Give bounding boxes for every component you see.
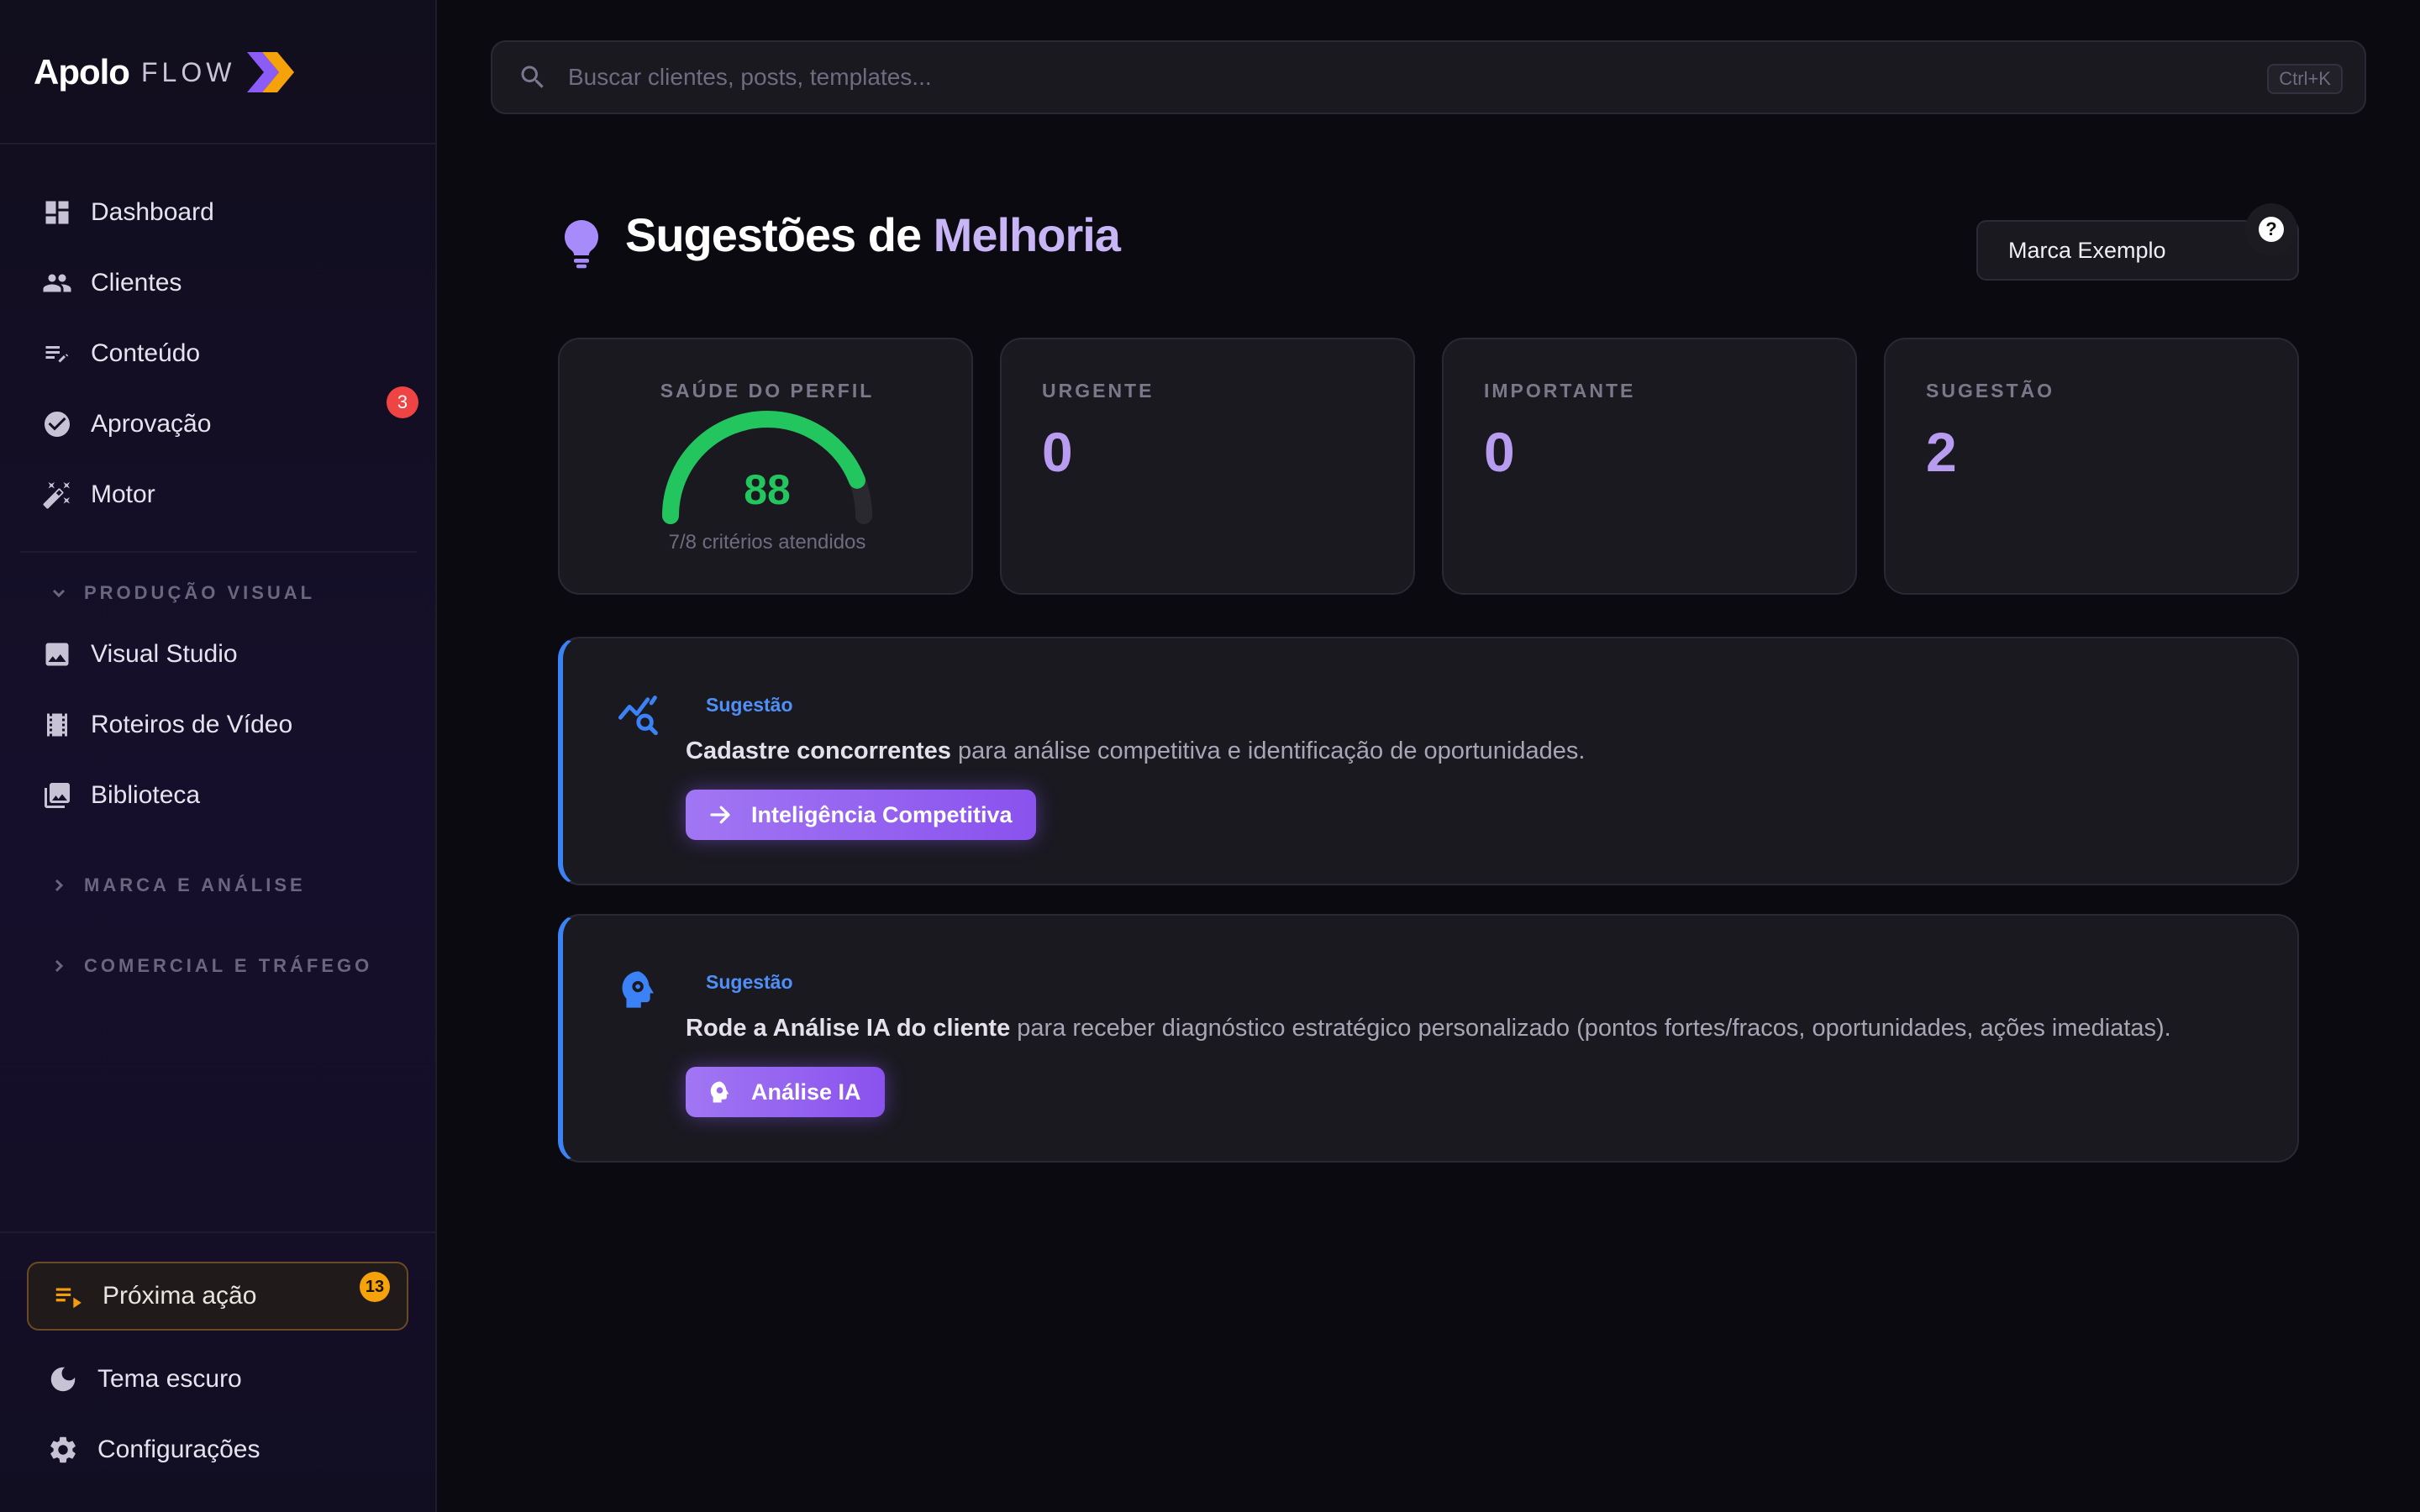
help-icon: ? <box>2259 217 2284 242</box>
head-gear-icon <box>622 971 654 1008</box>
stat-card-important: IMPORTANTE 0 <box>1442 338 1857 595</box>
health-subtitle: 7/8 critérios atendidos <box>668 531 866 554</box>
sidebar-item-label: Dashboard <box>91 198 214 226</box>
sidebar-divider <box>0 143 437 144</box>
sidebar-item-biblioteca[interactable]: Biblioteca <box>20 766 417 825</box>
gear-icon <box>50 1436 76 1463</box>
stat-value: 0 <box>1484 421 1515 483</box>
stat-label: URGENTE <box>1042 380 1155 402</box>
page-title-part1: Sugestões de <box>625 207 922 261</box>
sidebar-item-motor[interactable]: Motor <box>20 465 417 524</box>
sidebar-item-label: Biblioteca <box>91 781 201 809</box>
section-label: MARCA E ANÁLISE <box>84 874 306 895</box>
sidebar-item-label: Visual Studio <box>91 640 238 668</box>
suggestion-text-rest: para receber diagnóstico estratégico per… <box>1010 1015 2171 1042</box>
arrow-right-icon <box>710 806 730 824</box>
stat-label: IMPORTANTE <box>1484 380 1636 402</box>
sidebar-item-label: Clientes <box>91 269 182 297</box>
sidebar-item-aprovacao[interactable]: Aprovação <box>20 395 417 454</box>
people-icon <box>42 268 72 298</box>
suggestion-text-bold: Rode a Análise IA do cliente <box>686 1015 1011 1042</box>
page-title: Sugestões de Melhoria <box>625 207 1121 262</box>
chevron-down-icon <box>52 589 66 598</box>
sidebar-item-label: Motor <box>91 480 155 508</box>
section-producao-visual[interactable]: PRODUÇÃO VISUAL <box>49 576 315 610</box>
head-gear-icon <box>710 1081 729 1103</box>
film-icon <box>42 710 72 740</box>
app-logo[interactable]: Apolo FLOW <box>34 47 297 97</box>
suggestion-text: Rode a Análise IA do cliente para recebe… <box>686 1015 2171 1042</box>
photo-library-icon <box>42 780 72 811</box>
settings-link[interactable]: Configurações <box>47 1425 260 1475</box>
section-label: COMERCIAL E TRÁFEGO <box>84 955 373 976</box>
section-label: PRODUÇÃO VISUAL <box>84 582 316 603</box>
settings-label: Configurações <box>97 1436 260 1463</box>
suggestion-card: Sugestão Cadastre concorrentes para anál… <box>558 637 2299 885</box>
search-shortcut: Ctrl+K <box>2267 64 2343 94</box>
stat-value: 2 <box>1926 421 1957 483</box>
search-input[interactable] <box>568 64 2165 91</box>
next-action-button[interactable]: Próxima ação <box>27 1262 408 1331</box>
sidebar-item-visual-studio[interactable]: Visual Studio <box>20 625 417 684</box>
sidebar-item-conteudo[interactable]: Conteúdo <box>20 324 417 383</box>
moon-icon <box>50 1367 76 1392</box>
magic-wand-icon <box>42 480 72 510</box>
logo-name: Apolo <box>34 52 130 92</box>
playlist-play-icon <box>55 1288 82 1309</box>
next-action-count-badge: 13 <box>360 1272 390 1302</box>
stat-card-health: SAÚDE DO PERFIL 88 7/8 critérios atendid… <box>558 338 973 595</box>
sidebar-item-label: Roteiros de Vídeo <box>91 711 293 738</box>
next-action-label: Próxima ação <box>103 1282 257 1310</box>
lightbulb-icon <box>565 220 598 269</box>
sidebar: Apolo FLOW Dashboard Clientes Conteúdo A… <box>0 0 437 1512</box>
help-button[interactable]: ? <box>2245 203 2297 255</box>
suggestion-card: Sugestão Rode a Análise IA do cliente pa… <box>558 914 2299 1163</box>
sidebar-item-label: Aprovação <box>91 410 212 438</box>
chart-search-icon <box>618 696 658 736</box>
sidebar-item-clientes[interactable]: Clientes <box>20 254 417 312</box>
search-icon <box>521 66 544 88</box>
suggestion-tag: Sugestão <box>706 694 793 716</box>
suggestion-text-rest: para análise competitiva e identificação… <box>950 738 1586 764</box>
global-search: Ctrl+K <box>491 40 2366 114</box>
section-comercial-trafego[interactable]: COMERCIAL E TRÁFEGO <box>49 949 372 983</box>
suggestion-text: Cadastre concorrentes para análise compe… <box>686 738 1585 765</box>
sidebar-divider <box>20 551 417 553</box>
page-header: Sugestões de Melhoria <box>563 200 1121 269</box>
stat-label: SUGESTÃO <box>1926 380 2055 402</box>
double-chevron-logo-icon <box>247 52 295 92</box>
sidebar-item-roteiros-video[interactable]: Roteiros de Vídeo <box>20 696 417 754</box>
page-title-part2: Melhoria <box>933 207 1121 261</box>
sidebar-item-dashboard[interactable]: Dashboard <box>20 183 417 242</box>
button-label: Inteligência Competitiva <box>751 801 1013 827</box>
stat-label: SAÚDE DO PERFIL <box>660 380 875 402</box>
ai-analysis-button[interactable]: Análise IA <box>686 1067 885 1117</box>
stat-value: 0 <box>1042 421 1073 483</box>
edit-list-icon <box>42 339 72 369</box>
competitive-intelligence-button[interactable]: Inteligência Competitiva <box>686 790 1036 840</box>
chevron-right-icon <box>55 959 64 973</box>
sidebar-divider <box>0 1231 437 1233</box>
theme-toggle[interactable]: Tema escuro <box>47 1354 242 1404</box>
stat-card-urgent: URGENTE 0 <box>1000 338 1415 595</box>
suggestion-tag: Sugestão <box>706 971 793 993</box>
stat-card-suggestion: SUGESTÃO 2 <box>1884 338 2299 595</box>
sidebar-item-label: Conteúdo <box>91 339 201 367</box>
image-icon <box>42 639 72 669</box>
health-score: 88 <box>744 466 791 513</box>
logo-subname: FLOW <box>140 56 236 87</box>
brand-select-value: Marca Exemplo <box>2008 237 2166 263</box>
chevron-right-icon <box>55 879 64 892</box>
button-label: Análise IA <box>751 1079 861 1105</box>
approval-count-badge: 3 <box>387 386 418 418</box>
suggestion-text-bold: Cadastre concorrentes <box>686 738 951 764</box>
theme-label: Tema escuro <box>97 1365 242 1393</box>
dashboard-icon <box>42 197 72 228</box>
section-marca-analise[interactable]: MARCA E ANÁLISE <box>49 869 306 902</box>
check-circle-icon <box>42 409 72 439</box>
